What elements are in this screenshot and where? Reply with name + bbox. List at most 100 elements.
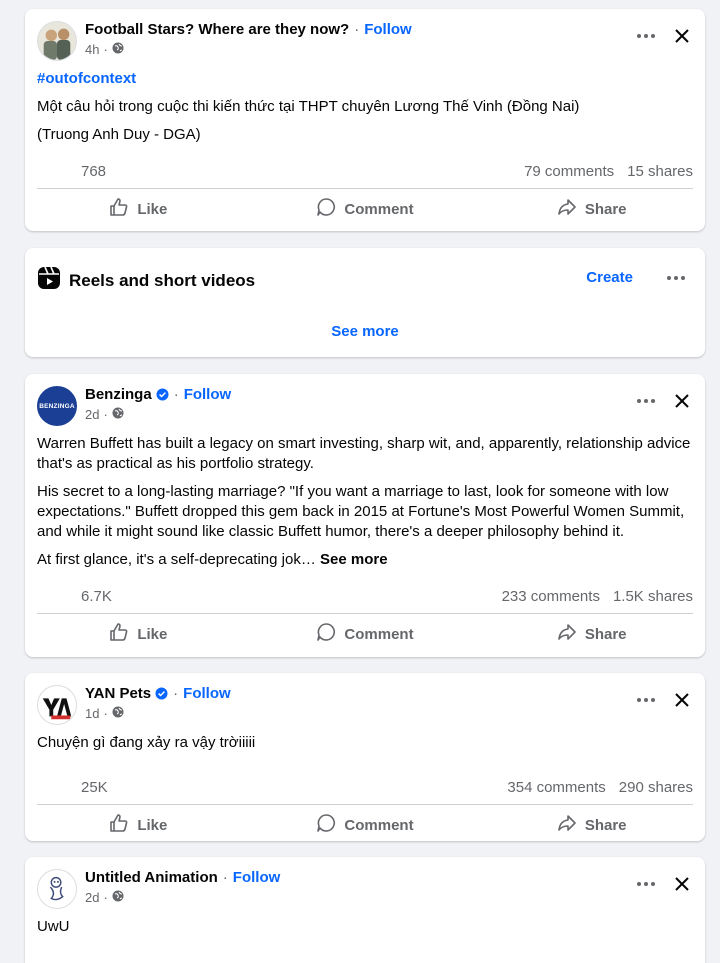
comment-count[interactable]: 233 comments (502, 588, 600, 605)
reels-heading: Reels and short videos (69, 270, 256, 290)
share-icon (557, 197, 577, 221)
like-button[interactable]: Like (25, 805, 252, 841)
comment-count[interactable]: 354 comments (507, 779, 605, 796)
post-text-truncated: At first glance, it's a self-deprecating… (37, 550, 693, 570)
share-button[interactable]: Share (478, 614, 705, 654)
post-card: BENZINGA Benzinga · Follow 2d · Warren B… (25, 374, 705, 657)
post-time[interactable]: 2d (85, 890, 99, 905)
post-text: Chuyện gì đang xảy ra vậy trờiiiii (37, 734, 256, 751)
author-name[interactable]: Football Stars? Where are they now? (85, 21, 349, 38)
author-line: Football Stars? Where are they now? · Fo… (85, 21, 412, 38)
post-meta: 4h · (85, 42, 124, 57)
comment-button[interactable]: Comment (252, 614, 479, 654)
post-text: Warren Buffett has built a legacy on sma… (37, 435, 691, 472)
avatar-logo-text: BENZINGA (39, 402, 75, 410)
comment-icon (316, 197, 336, 221)
separator-dot: · (354, 21, 360, 38)
more-icon[interactable] (665, 267, 687, 289)
comment-button[interactable]: Comment (252, 805, 479, 841)
author-name[interactable]: Untitled Animation (85, 869, 218, 886)
header-actions (635, 25, 693, 47)
follow-button[interactable]: Follow (364, 21, 412, 38)
like-label: Like (137, 625, 168, 643)
create-reel-button[interactable]: Create (586, 269, 633, 286)
comment-label: Comment (344, 200, 414, 218)
post-stats: 768 79 comments 15 shares (37, 155, 693, 189)
share-button[interactable]: Share (478, 805, 705, 841)
more-icon[interactable] (635, 689, 657, 711)
more-icon[interactable] (635, 25, 657, 47)
avatar[interactable]: BENZINGA (37, 386, 77, 426)
comment-button[interactable]: Comment (252, 189, 479, 229)
separator-dot: · (173, 685, 179, 702)
reaction-count[interactable]: 768 (81, 163, 106, 180)
post-time[interactable]: 2d (85, 407, 99, 422)
verified-icon (155, 687, 168, 700)
stats-right: 79 comments 15 shares (524, 163, 693, 180)
like-button[interactable]: Like (25, 189, 252, 229)
post-header: Untitled Animation · Follow 2d · (25, 857, 705, 917)
like-button[interactable]: Like (25, 614, 252, 654)
share-icon (557, 622, 577, 646)
hashtag-link[interactable]: #outofcontext (37, 69, 693, 89)
reels-card: Reels and short videos Create See more (25, 248, 705, 357)
post-text: Một câu hỏi trong cuộc thi kiến thức tại… (37, 98, 580, 115)
comment-count[interactable]: 79 comments (524, 163, 614, 180)
share-button[interactable]: Share (478, 189, 705, 229)
post-body: Chuyện gì đang xảy ra vậy trờiiiii (25, 733, 705, 753)
avatar[interactable] (37, 21, 77, 61)
close-icon[interactable] (671, 25, 693, 47)
post-text: (Truong Anh Duy - DGA) (37, 126, 201, 143)
see-more-button[interactable]: See more (25, 323, 705, 340)
share-count[interactable]: 15 shares (627, 163, 693, 180)
post-time[interactable]: 1d (85, 706, 99, 721)
comment-label: Comment (344, 625, 414, 643)
author-line: Untitled Animation · Follow (85, 869, 280, 886)
stats-right: 354 comments 290 shares (507, 779, 693, 796)
avatar[interactable] (37, 869, 77, 909)
author-name[interactable]: Benzinga (85, 386, 152, 403)
comment-icon (316, 622, 336, 646)
follow-button[interactable]: Follow (184, 386, 232, 403)
header-actions (635, 390, 693, 412)
post-header: BENZINGA Benzinga · Follow 2d · (25, 374, 705, 434)
reels-icon (37, 266, 61, 295)
globe-icon (112, 890, 124, 905)
share-icon (557, 813, 577, 837)
separator-dot: · (222, 869, 228, 886)
separator-dot: · (173, 386, 179, 403)
stats-right: 233 comments 1.5K shares (502, 588, 693, 605)
verified-icon (156, 388, 169, 401)
post-text: His secret to a long-lasting marriage? "… (37, 483, 685, 540)
follow-button[interactable]: Follow (233, 869, 281, 886)
see-more-link[interactable]: See more (320, 551, 388, 568)
post-text: At first glance, it's a self-deprecating… (37, 551, 316, 568)
share-count[interactable]: 1.5K shares (613, 588, 693, 605)
author-name[interactable]: YAN Pets (85, 685, 151, 702)
author-line: YAN Pets · Follow (85, 685, 231, 702)
reaction-count[interactable]: 6.7K (81, 588, 112, 605)
post-time[interactable]: 4h (85, 42, 99, 57)
more-icon[interactable] (635, 873, 657, 895)
separator-dot: · (103, 706, 108, 721)
separator-dot: · (103, 407, 108, 422)
author-line: Benzinga · Follow (85, 386, 231, 403)
comment-icon (316, 813, 336, 837)
reaction-count[interactable]: 25K (81, 779, 108, 796)
separator-dot: · (103, 42, 108, 57)
like-icon (109, 813, 129, 837)
share-count[interactable]: 290 shares (619, 779, 693, 796)
follow-button[interactable]: Follow (183, 685, 231, 702)
share-label: Share (584, 625, 627, 643)
close-icon[interactable] (671, 873, 693, 895)
avatar[interactable] (37, 685, 77, 725)
like-label: Like (137, 200, 168, 218)
globe-icon (112, 706, 124, 721)
header-actions (635, 873, 693, 895)
close-icon[interactable] (671, 390, 693, 412)
share-label: Share (584, 200, 627, 218)
post-body: #outofcontext Một câu hỏi trong cuộc thi… (25, 69, 705, 145)
more-icon[interactable] (635, 390, 657, 412)
close-icon[interactable] (671, 689, 693, 711)
post-meta: 1d · (85, 706, 124, 721)
